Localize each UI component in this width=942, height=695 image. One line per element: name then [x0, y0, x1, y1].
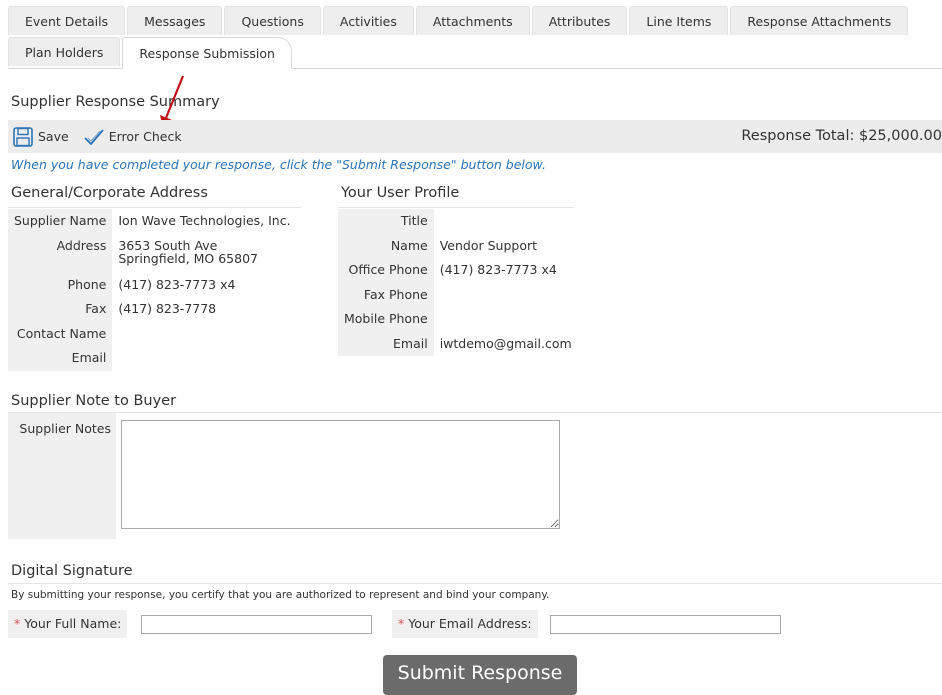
tab-row-1: Event Details Messages Questions Activit… — [8, 6, 942, 36]
profile-divider — [338, 207, 574, 208]
tab-event-details[interactable]: Event Details — [8, 6, 126, 35]
save-icon — [13, 126, 33, 147]
notes-heading: Supplier Note to Buyer — [11, 393, 177, 409]
office-phone-label: Office Phone — [338, 258, 434, 283]
address-heading: General/Corporate Address — [11, 185, 208, 201]
check-badge-icon — [84, 128, 104, 145]
tab-bar: Event Details Messages Questions Activit… — [8, 6, 942, 69]
save-button[interactable]: Save — [12, 126, 69, 148]
email-address-input[interactable] — [550, 615, 781, 634]
submission-hint: When you have completed your response, c… — [11, 157, 546, 172]
supplier-name-value: Ion Wave Technologies, Inc. — [118, 213, 291, 228]
full-name-label: * Your Full Name: — [8, 610, 128, 638]
full-name-input[interactable] — [141, 615, 372, 634]
address-label: Address — [8, 233, 113, 273]
notes-divider — [8, 412, 942, 413]
contact-name-value — [112, 322, 296, 347]
profile-name-value: Vendor Support — [439, 237, 538, 253]
required-marker: * — [14, 616, 21, 631]
tab-response-submission[interactable]: Response Submission — [122, 37, 292, 69]
tab-attachments[interactable]: Attachments — [415, 6, 530, 35]
tab-row-2: Plan Holders Response Submission — [8, 37, 942, 69]
fax-value: (417) 823-7778 — [118, 301, 217, 316]
tab-activities[interactable]: Activities — [322, 6, 414, 35]
tab-questions[interactable]: Questions — [224, 6, 321, 35]
profile-name-label: Name — [338, 233, 434, 258]
tab-plan-holders[interactable]: Plan Holders — [8, 37, 121, 66]
office-phone-value: (417) 823-7773 x4 — [439, 262, 557, 277]
fax-phone-label: Fax Phone — [338, 282, 434, 307]
phone-label: Phone — [8, 272, 113, 297]
fax-phone-value — [434, 283, 578, 308]
supplier-name-label: Supplier Name — [8, 209, 113, 234]
contact-name-label: Contact Name — [8, 321, 113, 346]
supplier-notes-textarea[interactable] — [121, 420, 560, 529]
address-table: Supplier Name Ion Wave Technologies, Inc… — [8, 209, 297, 371]
tab-messages[interactable]: Messages — [127, 6, 223, 35]
mobile-phone-value — [434, 307, 578, 332]
tab-attributes[interactable]: Attributes — [531, 6, 628, 35]
mobile-phone-label: Mobile Phone — [338, 307, 434, 332]
email-address-label-text: Your Email Address: — [408, 616, 532, 631]
profile-heading: Your User Profile — [341, 185, 460, 201]
phone-value: (417) 823-7773 x4 — [118, 276, 236, 292]
email-label: Email — [8, 346, 113, 371]
error-check-button[interactable]: Error Check — [83, 127, 182, 147]
signature-divider — [8, 583, 942, 584]
profile-table: Title Name Vendor Support Office Phone (… — [338, 209, 578, 356]
save-label: Save — [38, 129, 69, 144]
profile-email-label: Email — [338, 331, 434, 356]
full-name-label-text: Your Full Name: — [24, 616, 122, 631]
address-divider — [8, 207, 301, 208]
profile-email-value: iwtdemo@gmail.com — [439, 335, 572, 351]
signature-disclaimer: By submitting your response, you certify… — [11, 589, 550, 601]
email-value — [112, 346, 296, 371]
required-marker: * — [398, 616, 405, 631]
address-value: 3653 South Ave Springfield, MO 65807 — [112, 234, 296, 273]
email-address-label: * Your Email Address: — [392, 610, 538, 638]
supplier-notes-label: Supplier Notes — [8, 413, 116, 539]
signature-heading: Digital Signature — [11, 563, 133, 579]
toolbar: Save Error Check Response Total: $25,000… — [8, 120, 942, 153]
response-total: Response Total: $25,000.00 — [741, 128, 942, 144]
tab-response-attachments[interactable]: Response Attachments — [730, 6, 909, 35]
tab-line-items[interactable]: Line Items — [629, 6, 729, 35]
profile-title-value — [434, 209, 578, 234]
submit-response-button[interactable]: Submit Response — [383, 655, 577, 695]
fax-label: Fax — [8, 297, 113, 322]
error-check-label: Error Check — [108, 129, 182, 144]
address-line-2: Springfield, MO 65807 — [118, 250, 258, 266]
profile-title-label: Title — [338, 209, 434, 234]
